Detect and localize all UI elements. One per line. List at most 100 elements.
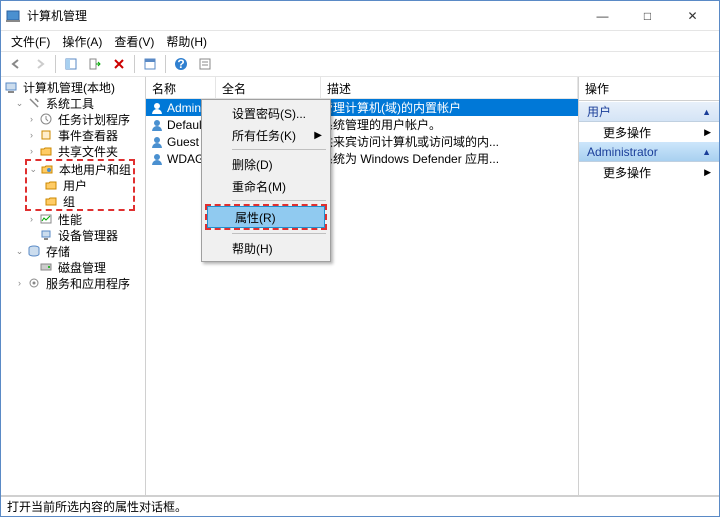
menu-help[interactable]: 帮助(H) [204,237,328,259]
action-group-label: 用户 [587,103,611,120]
user-icon [150,118,164,132]
user-name: Guest [167,135,199,149]
actions-header: 操作 [579,77,719,101]
delete-button[interactable] [108,53,130,75]
back-button[interactable] [5,53,27,75]
user-desc: 供来宾访问计算机或访问域的内... [321,133,578,150]
list-view: 名称 全名 描述 Administrat... 管理计算机(域)的内置帐户 De… [146,77,579,495]
device-icon [38,227,54,243]
tree-services-apps[interactable]: ›服务和应用程序 [3,275,143,291]
tree-label: 共享文件夹 [56,143,120,160]
menu-label: 重命名(M) [232,178,286,195]
status-text: 打开当前所选内容的属性对话框。 [7,498,187,515]
minimize-button[interactable]: — [580,1,625,31]
collapse-arrow-icon: ▲ [702,147,711,157]
expand-icon[interactable]: › [27,147,36,156]
menubar: 文件(F) 操作(A) 查看(V) 帮助(H) [1,31,719,51]
action-more-users[interactable]: 更多操作▶ [579,122,719,142]
tree-disk-management[interactable]: 磁盘管理 [3,259,143,275]
window-title: 计算机管理 [27,7,580,24]
tree-shared-folders[interactable]: › 共享文件夹 [3,143,143,159]
menu-all-tasks[interactable]: 所有任务(K) ▶ [204,124,328,146]
folder-share-icon [38,143,54,159]
tree-local-users-groups[interactable]: ⌄ 本地用户和组 [27,161,133,177]
expand-icon[interactable]: › [27,215,36,224]
collapse-arrow-icon: ▲ [702,107,711,117]
computer-icon [3,79,19,95]
show-hide-button[interactable] [60,53,82,75]
expand-icon[interactable]: › [15,279,24,288]
tree-label: 存储 [44,243,72,260]
menu-separator [232,200,326,201]
menu-view[interactable]: 查看(V) [108,31,160,52]
svg-text:?: ? [177,57,184,71]
menu-file[interactable]: 文件(F) [5,31,56,52]
col-description[interactable]: 描述 [321,77,578,98]
collapse-icon[interactable]: ⌄ [15,247,24,256]
refresh-button[interactable] [139,53,161,75]
action-label: 更多操作 [603,164,651,181]
event-icon [38,127,54,143]
menu-help[interactable]: 帮助(H) [160,31,213,52]
menu-action[interactable]: 操作(A) [56,31,108,52]
services-icon [26,275,42,291]
tree-system-tools[interactable]: ⌄ 系统工具 [3,95,143,111]
folder-icon [43,193,59,209]
export-button[interactable] [84,53,106,75]
action-more-admin[interactable]: 更多操作 ▶ [579,162,719,182]
properties-button[interactable] [194,53,216,75]
menu-label: 属性(R) [235,209,276,226]
user-desc: 系统为 Windows Defender 应用... [321,150,578,167]
tree-task-scheduler[interactable]: › 任务计划程序 [3,111,143,127]
col-name[interactable]: 名称 [146,77,216,98]
tree-label: 任务计划程序 [56,111,132,128]
menu-label: 所有任务(K) [232,127,296,144]
tree-groups[interactable]: 组 [27,193,133,209]
nav-tree: 计算机管理(本地) ⌄ 系统工具 › 任务计划程序 ›事件查看器 › 共享文件夹 ⌄ 本… [1,77,146,495]
collapse-icon[interactable]: ⌄ [29,165,38,174]
action-group-users[interactable]: 用户 ▲ [579,102,719,122]
toolbar-separator [134,55,135,73]
tree-root[interactable]: 计算机管理(本地) [3,79,143,95]
user-icon [150,152,164,166]
menu-properties[interactable]: 属性(R) [207,206,325,228]
folder-icon [43,177,59,193]
actions-pane: 操作 用户▲ 更多操作▶ Administrator▲ 更多操作▶ [579,77,719,495]
tree-label: 本地用户和组 [57,161,133,178]
menu-rename[interactable]: 重命名(M) [204,175,328,197]
close-button[interactable]: ✕ [670,1,715,31]
maximize-button[interactable]: □ [625,1,670,31]
expand-icon[interactable]: › [27,115,36,124]
col-fullname[interactable]: 全名 [216,77,321,98]
user-desc: 系统管理的用户帐户。 [321,116,578,133]
tree-users[interactable]: 用户 [27,177,133,193]
perf-icon [38,211,54,227]
help-button[interactable]: ? [170,53,192,75]
tree-event-viewer[interactable]: ›事件查看器 [3,127,143,143]
expand-icon[interactable]: › [27,131,36,140]
tree-label: 磁盘管理 [56,259,108,276]
tools-icon [26,95,42,111]
tree-performance[interactable]: › 性能 [3,211,143,227]
collapse-icon[interactable]: ⌄ [15,99,24,108]
menu-set-password[interactable]: 设置密码(S)... [204,102,328,124]
tree-device-manager[interactable]: 设备管理器 [3,227,143,243]
column-headers: 名称 全名 描述 [146,77,578,99]
user-icon [150,101,164,115]
action-group-administrator[interactable]: Administrator ▲ [579,142,719,162]
tree-label: 组 [61,193,77,210]
tree-storage[interactable]: ⌄ 存储 [3,243,143,259]
toolbar: ? [1,51,719,77]
toolbar-separator [165,55,166,73]
storage-icon [26,243,42,259]
status-bar: 打开当前所选内容的属性对话框。 [1,496,719,516]
menu-delete[interactable]: 删除(D) [204,153,328,175]
tree-label: 系统工具 [44,95,96,112]
menu-separator [232,149,326,150]
tree-label: 性能 [56,211,84,228]
submenu-arrow-icon: ▶ [704,167,711,178]
action-group-label: Administrator [587,145,658,159]
highlighted-menu-item: 属性(R) [205,204,327,230]
submenu-arrow-icon: ▶ [314,130,322,141]
forward-button[interactable] [29,53,51,75]
